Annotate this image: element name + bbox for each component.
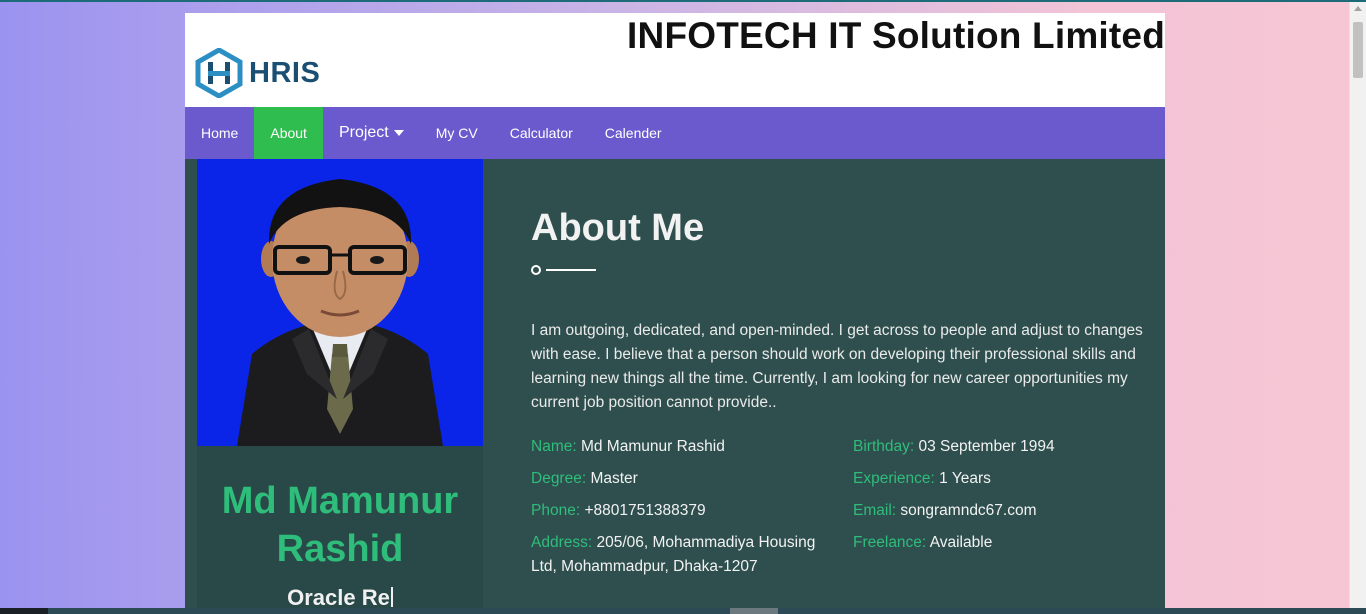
nav-calender[interactable]: Calender <box>589 107 678 159</box>
person-portrait-icon <box>197 159 483 446</box>
info-phone: Phone: +8801751388379 <box>531 499 841 523</box>
info-freelance-label: Freelance: <box>853 534 927 551</box>
info-email: Email: songramndc67.com <box>853 499 1153 523</box>
info-experience: Experience: 1 Years <box>853 467 1153 491</box>
about-title: About Me <box>531 207 705 249</box>
info-address-label: Address: <box>531 534 593 551</box>
nav-home[interactable]: Home <box>185 107 254 159</box>
nav-project-dropdown[interactable]: Project <box>323 107 420 159</box>
info-name-value: Md Mamunur Rashid <box>580 438 725 455</box>
divider-line <box>546 269 596 271</box>
about-details: About Me I am outgoing, dedicated, and o… <box>531 159 1161 608</box>
info-name: Name: Md Mamunur Rashid <box>531 435 841 459</box>
vertical-scrollbar[interactable] <box>1349 2 1366 608</box>
taskbar-segment <box>0 608 48 614</box>
nav-my-cv[interactable]: My CV <box>420 107 494 159</box>
scrollbar-thumb[interactable] <box>1353 22 1363 78</box>
nav-about[interactable]: About <box>254 107 323 159</box>
info-degree: Degree: Master <box>531 467 841 491</box>
info-address: Address: 205/06, Mohammadiya Housing Ltd… <box>531 531 836 579</box>
typing-cursor <box>390 587 393 607</box>
page-container: HRIS INFOTECH IT Solution Limited Home A… <box>185 13 1165 608</box>
info-birthday-label: Birthday: <box>853 438 915 455</box>
hris-logo-icon <box>195 48 243 98</box>
nav-calculator[interactable]: Calculator <box>494 107 589 159</box>
about-bio: I am outgoing, dedicated, and open-minde… <box>531 322 1143 411</box>
profile-name-line1: Md Mamunur <box>221 480 459 522</box>
info-phone-value: +8801751388379 <box>584 502 706 519</box>
info-phone-label: Phone: <box>531 502 581 519</box>
divider-circle-icon <box>531 265 541 275</box>
taskbar-segment <box>730 608 778 614</box>
profile-role-text: Oracle Re <box>287 585 390 608</box>
logo-text: HRIS <box>249 56 321 89</box>
info-freelance-value: Available <box>929 534 993 551</box>
company-title: INFOTECH IT Solution Limited <box>627 15 1165 56</box>
taskbar-strip <box>0 608 1366 614</box>
profile-card: Md Mamunur Rashid Oracle Re <box>197 159 483 608</box>
nav-project-label: Project <box>338 124 389 141</box>
profile-role-typing: Oracle Re <box>197 585 483 608</box>
main-navbar: Home About Project My CV Calculator Cale… <box>185 107 1165 159</box>
profile-name-line2: Rashid <box>276 528 404 570</box>
info-email-value[interactable]: songramndc67.com <box>900 502 1036 519</box>
info-birthday-value: 03 September 1994 <box>918 438 1055 455</box>
info-experience-value: 1 Years <box>939 470 991 487</box>
window-top-border <box>0 0 1366 2</box>
info-experience-label: Experience: <box>853 470 935 487</box>
info-birthday: Birthday: 03 September 1994 <box>853 435 1153 459</box>
profile-name: Md Mamunur Rashid <box>197 477 483 573</box>
info-degree-label: Degree: <box>531 470 587 487</box>
info-name-label: Name: <box>531 438 577 455</box>
scroll-up-arrow-icon[interactable] <box>1354 6 1362 11</box>
about-section: Md Mamunur Rashid Oracle Re About Me I a… <box>185 159 1165 608</box>
info-freelance: Freelance: Available <box>853 531 1153 555</box>
logo[interactable]: HRIS <box>194 48 320 98</box>
info-email-label: Email: <box>853 502 897 519</box>
caret-down-icon <box>393 130 404 136</box>
profile-photo <box>197 159 483 446</box>
site-header: HRIS INFOTECH IT Solution Limited <box>185 13 1165 107</box>
info-degree-value: Master <box>590 470 638 487</box>
